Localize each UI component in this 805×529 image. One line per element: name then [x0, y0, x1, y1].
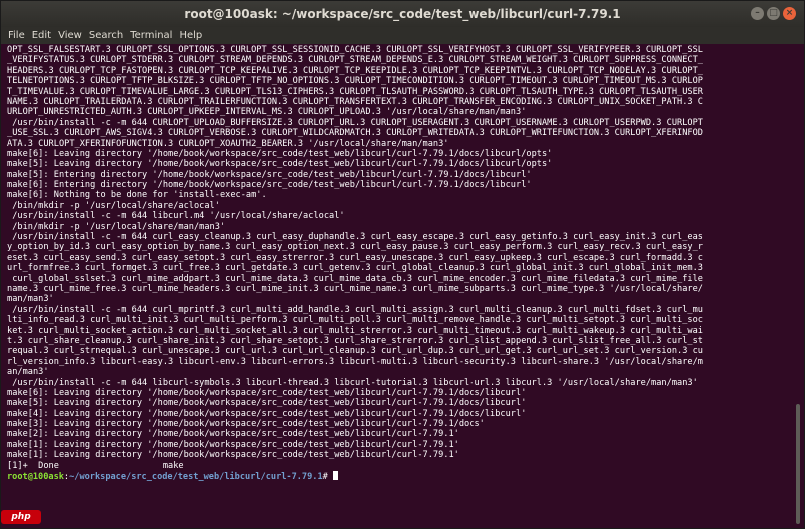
- php-watermark-logo: php: [1, 510, 41, 524]
- window-title: root@100ask: ~/workspace/src_code/test_w…: [184, 7, 621, 21]
- terminal-line: make[1]: Leaving directory '/home/book/w…: [7, 450, 459, 461]
- terminal-line: /usr/bin/install -c -m 644 libcurl-symbo…: [7, 377, 698, 388]
- prompt-path: ~/workspace/src_code/test_web/libcurl/cu…: [69, 472, 323, 483]
- close-button[interactable]: ×: [783, 7, 796, 20]
- terminal-line: an/man3': [7, 367, 49, 378]
- terminal-line: make[4]: Leaving directory '/home/book/w…: [7, 408, 527, 419]
- terminal-line: ATA.3 CURLOPT_XFERINFOFUNCTION.3 CURLOPT…: [7, 138, 449, 149]
- terminal-line: name.3 curl_mime_free.3 curl_mime_header…: [7, 283, 703, 294]
- terminal-line: make[6]: Leaving directory '/home/book/w…: [7, 148, 553, 159]
- terminal-line: make[1]: Leaving directory '/home/book/w…: [7, 439, 459, 450]
- menu-file[interactable]: File: [8, 30, 25, 41]
- terminal-line: lti_info_read.3 curl_multi_init.3 curl_m…: [7, 315, 703, 326]
- menu-bar: File Edit View Search Terminal Help: [1, 27, 804, 44]
- minimize-button[interactable]: –: [751, 7, 764, 20]
- terminal-line: NAME.3 CURLOPT_TRAILERDATA.3 CURLOPT_TRA…: [7, 96, 703, 107]
- terminal-line: [1]+ Done make: [7, 460, 184, 471]
- terminal-line: make[6]: Nothing to be done for 'install…: [7, 190, 267, 201]
- terminal-line: make[2]: Leaving directory '/home/book/w…: [7, 429, 459, 440]
- terminal-line: make[5]: Entering directory '/home/book/…: [7, 169, 532, 180]
- terminal-line: URLOPT_UNRESTRICTED_AUTH.3 CURLOPT_UPKEE…: [7, 107, 527, 118]
- scroll-thumb[interactable]: [796, 404, 800, 524]
- text-cursor: [333, 471, 338, 481]
- terminal-line: url_formfree.3 curl_formget.3 curl_free.…: [7, 263, 703, 274]
- terminal-line: /usr/bin/install -c -m 644 libcurl.m4 '/…: [7, 211, 345, 222]
- terminal-line: /bin/mkdir -p '/usr/local/share/man/man3…: [7, 221, 226, 232]
- terminal-output[interactable]: OPT_SSL_FALSESTART.3 CURLOPT_SSL_OPTIONS…: [1, 44, 793, 528]
- menu-help[interactable]: Help: [179, 30, 202, 41]
- terminal-line: make[5]: Leaving directory '/home/book/w…: [7, 159, 553, 170]
- menu-edit[interactable]: Edit: [32, 30, 51, 41]
- window-controls: – □ ×: [751, 7, 796, 20]
- terminal-window: root@100ask: ~/workspace/src_code/test_w…: [0, 0, 805, 529]
- terminal-line: eset.3 curl_easy_send.3 curl_easy_setopt…: [7, 252, 703, 263]
- terminal-line: _USE_SSL.3 CURLOPT_AWS_SIGV4.3 CURLOPT_V…: [7, 128, 703, 139]
- terminal-line: make[3]: Leaving directory '/home/book/w…: [7, 419, 485, 430]
- scrollbar[interactable]: [793, 44, 803, 528]
- terminal-line: /usr/bin/install -c -m 644 curl_mprintf.…: [7, 304, 703, 315]
- shell-prompt[interactable]: root@100ask:~/workspace/src_code/test_we…: [7, 471, 793, 483]
- terminal-line: HEADERS.3 CURLOPT_TCP_FASTOPEN.3 CURLOPT…: [7, 65, 703, 76]
- terminal-line: y_option_by_id.3 curl_easy_option_by_nam…: [7, 242, 703, 253]
- terminal-line: /usr/bin/install -c -m 644 CURLOPT_UPLOA…: [7, 117, 703, 128]
- title-bar[interactable]: root@100ask: ~/workspace/src_code/test_w…: [1, 1, 804, 27]
- terminal-line: /usr/bin/install -c -m 644 curl_easy_cle…: [7, 232, 703, 243]
- terminal-line: _VERIFYSTATUS.3 CURLOPT_STDERR.3 CURLOPT…: [7, 55, 703, 66]
- terminal-line: make[6]: Entering directory '/home/book/…: [7, 180, 532, 191]
- terminal-line: T_TIMEVALUE.3 CURLOPT_TIMEVALUE_LARGE.3 …: [7, 86, 703, 97]
- prompt-symbol: #: [322, 472, 333, 483]
- terminal-line: curl_global_sslset.3 curl_mime_addpart.3…: [7, 273, 703, 284]
- terminal-line: TELNETOPTIONS.3 CURLOPT_TFTP_BLKSIZE.3 C…: [7, 76, 703, 87]
- terminal-line: make[6]: Leaving directory '/home/book/w…: [7, 387, 527, 398]
- terminal-line: ket.3 curl_multi_socket_action.3 curl_mu…: [7, 325, 703, 336]
- terminal-line: rl_version_info.3 libcurl-easy.3 libcurl…: [7, 356, 703, 367]
- terminal-line: /bin/mkdir -p '/usr/local/share/aclocal': [7, 200, 220, 211]
- prompt-user: root@100ask: [7, 472, 64, 483]
- maximize-button[interactable]: □: [767, 7, 780, 20]
- terminal-line: make[5]: Leaving directory '/home/book/w…: [7, 398, 527, 409]
- terminal-line: requal.3 curl_strnequal.3 curl_unescape.…: [7, 346, 703, 357]
- menu-view[interactable]: View: [58, 30, 82, 41]
- terminal-line: t.3 curl_share_cleanup.3 curl_share_init…: [7, 335, 703, 346]
- menu-terminal[interactable]: Terminal: [130, 30, 172, 41]
- menu-search[interactable]: Search: [89, 30, 123, 41]
- terminal-line: OPT_SSL_FALSESTART.3 CURLOPT_SSL_OPTIONS…: [7, 45, 703, 55]
- terminal-line: man/man3': [7, 294, 54, 305]
